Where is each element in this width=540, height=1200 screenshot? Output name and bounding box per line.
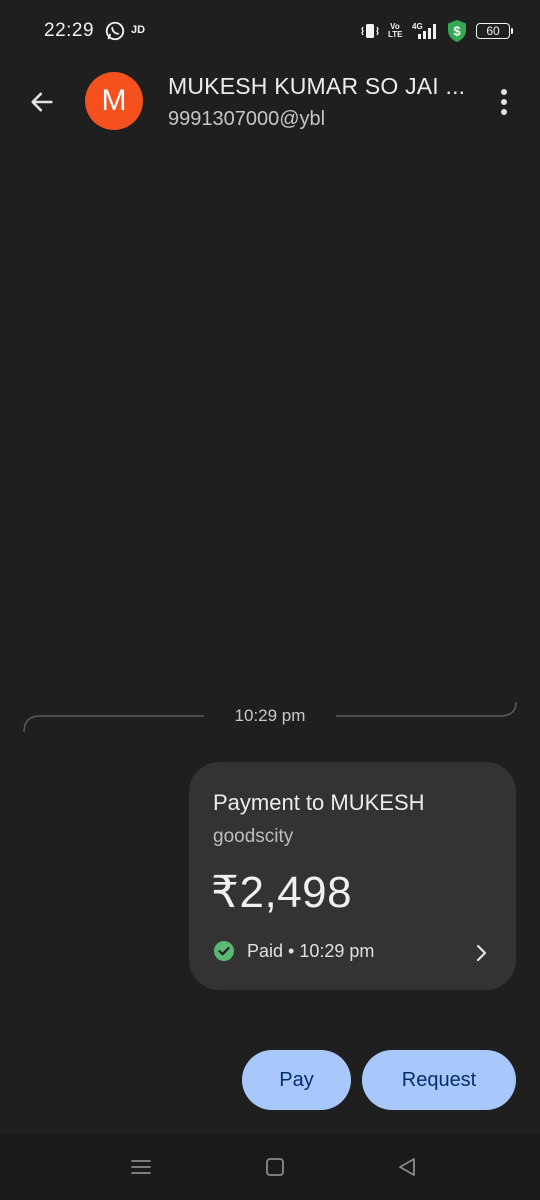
back-arrow-icon — [31, 92, 53, 112]
contact-name[interactable]: MUKESH KUMAR SO JAI ... — [168, 73, 465, 100]
system-nav-bar — [0, 1134, 540, 1200]
more-dot — [501, 109, 507, 115]
volte-indicator: Vo LTE — [388, 22, 403, 39]
home-square-icon[interactable] — [262, 1154, 288, 1180]
battery-icon: 60 — [476, 23, 513, 39]
payment-status-text: Paid • 10:29 pm — [247, 940, 375, 961]
status-bar: 22:29 JD Vo LTE 4G $ 60 — [0, 0, 540, 62]
app-badge: JD — [131, 24, 146, 36]
payment-title: Payment to MUKESH — [213, 790, 425, 815]
more-dot — [501, 89, 507, 95]
payment-amount: ₹2,498 — [211, 868, 353, 917]
request-button[interactable]: Request — [362, 1050, 516, 1110]
payment-card[interactable]: Payment to MUKESH goodscity ₹2,498 Paid … — [189, 762, 516, 990]
payment-note: goodscity — [213, 826, 294, 847]
vibrate-icon — [361, 24, 379, 38]
status-time: 22:29 — [44, 20, 95, 41]
recents-menu-icon[interactable] — [128, 1154, 154, 1180]
avatar[interactable]: M — [85, 72, 143, 130]
more-dot — [501, 99, 507, 105]
check-circle-icon — [214, 941, 234, 961]
shield-dollar-icon: $ — [448, 20, 466, 42]
more-vert-icon[interactable] — [490, 86, 518, 118]
signal-icon: 4G — [412, 22, 436, 39]
svg-text:$: $ — [453, 24, 461, 39]
pay-button[interactable]: Pay — [242, 1050, 351, 1110]
svg-text:4G: 4G — [412, 22, 423, 31]
whatsapp-icon — [105, 21, 125, 41]
back-button[interactable] — [24, 84, 60, 120]
chevron-right-icon[interactable] — [472, 942, 490, 964]
contact-upi-id: 9991307000@ybl — [168, 108, 326, 130]
conversation-timestamp: 10:29 pm — [234, 706, 306, 725]
payment-status: Paid • 10:29 pm — [213, 940, 374, 962]
back-triangle-icon[interactable] — [394, 1154, 420, 1180]
